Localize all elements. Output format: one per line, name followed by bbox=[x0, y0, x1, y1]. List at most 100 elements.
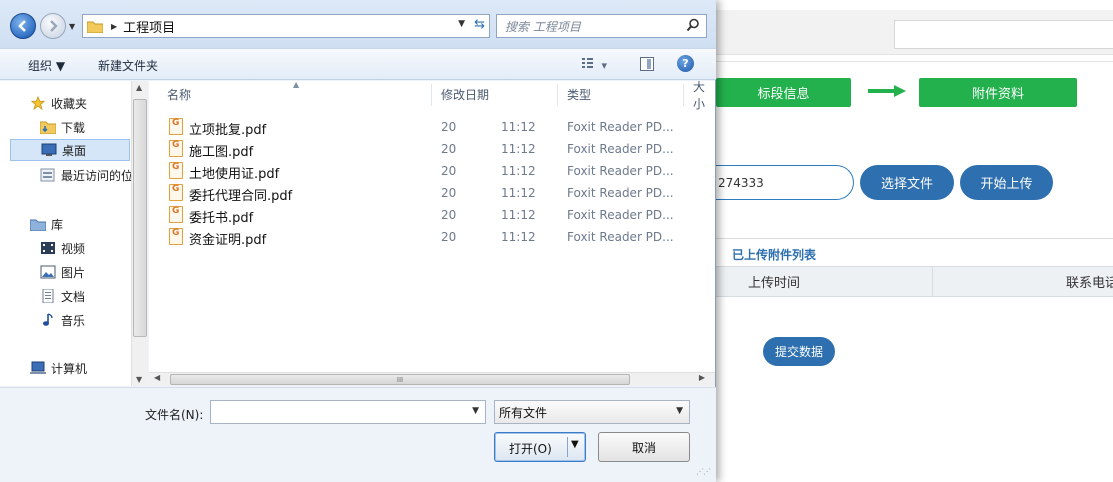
column-contact-phone: 联系电话 bbox=[1066, 276, 1113, 291]
uploaded-list-title: 已上传附件列表 bbox=[732, 248, 817, 262]
pdf-file-icon bbox=[169, 140, 183, 157]
step-section-info[interactable]: 标段信息 bbox=[716, 78, 851, 107]
refresh-icon[interactable]: ⇆ bbox=[474, 17, 485, 32]
video-icon bbox=[41, 242, 55, 254]
column-modified-date[interactable]: 修改日期 bbox=[441, 81, 489, 108]
file-type-dropdown-icon[interactable]: ▼ bbox=[676, 406, 683, 416]
step-attachments[interactable]: 附件资料 bbox=[919, 78, 1077, 107]
file-type-value: 所有文件 bbox=[499, 405, 548, 420]
scroll-up-icon[interactable]: ▲ bbox=[136, 83, 142, 92]
column-type[interactable]: 类型 bbox=[567, 81, 591, 108]
filename-dropdown-icon[interactable]: ▼ bbox=[472, 406, 479, 416]
file-date: 20 bbox=[441, 164, 457, 178]
documents-icon bbox=[42, 289, 54, 303]
open-file-dialog: ▼ ▶ 工程项目 ▼ ⇆ 搜索 工程项目 组织 ▼ 新建文件夹 ▾ ? 收藏夹 bbox=[0, 0, 716, 482]
preview-pane-icon[interactable] bbox=[640, 57, 654, 71]
file-time: 11:12 bbox=[501, 186, 536, 200]
file-name: 委托代理合同.pdf bbox=[189, 189, 293, 204]
download-folder-icon bbox=[40, 121, 56, 134]
pdf-file-icon bbox=[169, 228, 183, 245]
library-icon bbox=[30, 219, 46, 231]
file-row[interactable]: 立项批复.pdf 20 11:12 Foxit Reader PD... bbox=[149, 116, 715, 138]
scrollbar-thumb[interactable]: III bbox=[170, 374, 630, 385]
arrow-left-icon bbox=[18, 20, 26, 32]
submit-data-button[interactable]: 提交数据 bbox=[763, 337, 835, 366]
header-input[interactable] bbox=[894, 20, 1113, 49]
forward-button[interactable] bbox=[40, 13, 66, 39]
scrollbar-thumb[interactable] bbox=[133, 99, 147, 337]
file-time: 11:12 bbox=[501, 208, 536, 222]
file-type: Foxit Reader PD... bbox=[567, 208, 674, 222]
file-date: 20 bbox=[441, 142, 457, 156]
search-icon[interactable] bbox=[686, 18, 700, 32]
file-date: 20 bbox=[441, 120, 457, 134]
cancel-button[interactable]: 取消 bbox=[598, 432, 690, 462]
file-date: 20 bbox=[441, 186, 457, 200]
file-row[interactable]: 委托书.pdf 20 11:12 Foxit Reader PD... bbox=[149, 204, 715, 226]
start-upload-button[interactable]: 开始上传 bbox=[960, 165, 1053, 200]
horizontal-scrollbar[interactable]: ◀ III ▶ bbox=[149, 372, 715, 386]
open-button[interactable]: 打开(O) ▼ bbox=[494, 432, 586, 462]
file-list-pane: 名称 ▲ 修改日期 类型 大小 立项批复.pdf 20 11:12 Foxit … bbox=[149, 81, 715, 372]
folder-icon bbox=[87, 21, 103, 33]
column-separator bbox=[431, 84, 432, 106]
file-type-select[interactable]: 所有文件 ▼ bbox=[494, 400, 690, 424]
column-separator bbox=[932, 267, 933, 296]
new-folder-button[interactable]: 新建文件夹 bbox=[98, 57, 158, 74]
file-name: 施工图.pdf bbox=[189, 145, 254, 160]
column-separator bbox=[557, 84, 558, 106]
arrow-right-icon bbox=[50, 20, 58, 32]
view-options-button[interactable]: ▾ bbox=[582, 57, 607, 72]
address-bar[interactable]: ▶ 工程项目 ▼ ⇆ bbox=[82, 14, 490, 38]
resize-grip-icon[interactable]: ⋰⋰ bbox=[696, 467, 711, 476]
open-button-divider bbox=[567, 437, 568, 457]
organize-menu-button[interactable]: 组织 ▼ bbox=[28, 57, 65, 74]
address-dropdown-icon[interactable]: ▼ bbox=[458, 19, 465, 29]
nav-label: 文档 bbox=[61, 289, 86, 304]
open-options-dropdown-icon[interactable]: ▼ bbox=[571, 439, 579, 450]
nav-label: 库 bbox=[51, 217, 64, 232]
scroll-down-icon[interactable]: ▼ bbox=[136, 375, 142, 384]
file-time: 11:12 bbox=[501, 142, 536, 156]
recent-places-icon bbox=[40, 168, 55, 182]
search-input[interactable]: 搜索 工程项目 bbox=[496, 14, 707, 38]
uploaded-table-header: 上传时间 联系电话 bbox=[716, 266, 1113, 297]
file-path-input[interactable]: 274333 bbox=[704, 165, 854, 200]
file-row[interactable]: 委托代理合同.pdf 20 11:12 Foxit Reader PD... bbox=[149, 182, 715, 204]
breadcrumb-separator-icon: ▶ bbox=[111, 21, 118, 31]
file-row[interactable]: 土地使用证.pdf 20 11:12 Foxit Reader PD... bbox=[149, 160, 715, 182]
view-list-icon bbox=[582, 58, 593, 68]
scrollbar-grip: III bbox=[396, 375, 404, 384]
column-name[interactable]: 名称 bbox=[167, 81, 191, 108]
scroll-right-icon[interactable]: ▶ bbox=[699, 373, 705, 382]
breadcrumb-current-folder[interactable]: 工程项目 bbox=[123, 17, 175, 36]
pdf-file-icon bbox=[169, 118, 183, 135]
open-button-label: 打开(O) bbox=[509, 442, 552, 456]
navigation-scrollbar[interactable]: ▲ ▼ bbox=[131, 81, 148, 386]
file-type: Foxit Reader PD... bbox=[567, 186, 674, 200]
section-divider bbox=[716, 238, 1113, 239]
choose-file-button[interactable]: 选择文件 bbox=[860, 165, 954, 200]
nav-item-desktop[interactable]: 桌面 bbox=[10, 139, 130, 161]
back-button[interactable] bbox=[10, 13, 36, 39]
step-arrow-icon bbox=[868, 84, 906, 98]
filename-input[interactable]: ▼ bbox=[210, 400, 486, 424]
file-time: 11:12 bbox=[501, 164, 536, 178]
file-row[interactable]: 资金证明.pdf 20 11:12 Foxit Reader PD... bbox=[149, 226, 715, 248]
address-row: ▼ ▶ 工程项目 ▼ ⇆ 搜索 工程项目 bbox=[0, 0, 716, 48]
file-path-value: 274333 bbox=[718, 175, 764, 190]
file-type: Foxit Reader PD... bbox=[567, 120, 674, 134]
view-dropdown-icon: ▾ bbox=[601, 59, 608, 72]
star-icon bbox=[30, 96, 46, 110]
file-time: 11:12 bbox=[501, 120, 536, 134]
computer-icon bbox=[30, 361, 46, 374]
help-icon[interactable]: ? bbox=[677, 55, 694, 72]
scroll-left-icon[interactable]: ◀ bbox=[154, 373, 160, 382]
filename-label: 文件名(N): bbox=[145, 408, 204, 422]
dialog-toolbar: 组织 ▼ 新建文件夹 ▾ ? bbox=[0, 48, 716, 80]
dialog-footer: 文件名(N): ▼ 所有文件 ▼ 打开(O) ▼ 取消 ⋰⋰ bbox=[0, 387, 716, 482]
pdf-file-icon bbox=[169, 184, 183, 201]
recent-locations-dropdown-icon[interactable]: ▼ bbox=[69, 22, 79, 31]
column-size[interactable]: 大小 bbox=[693, 81, 715, 111]
file-row[interactable]: 施工图.pdf 20 11:12 Foxit Reader PD... bbox=[149, 138, 715, 160]
